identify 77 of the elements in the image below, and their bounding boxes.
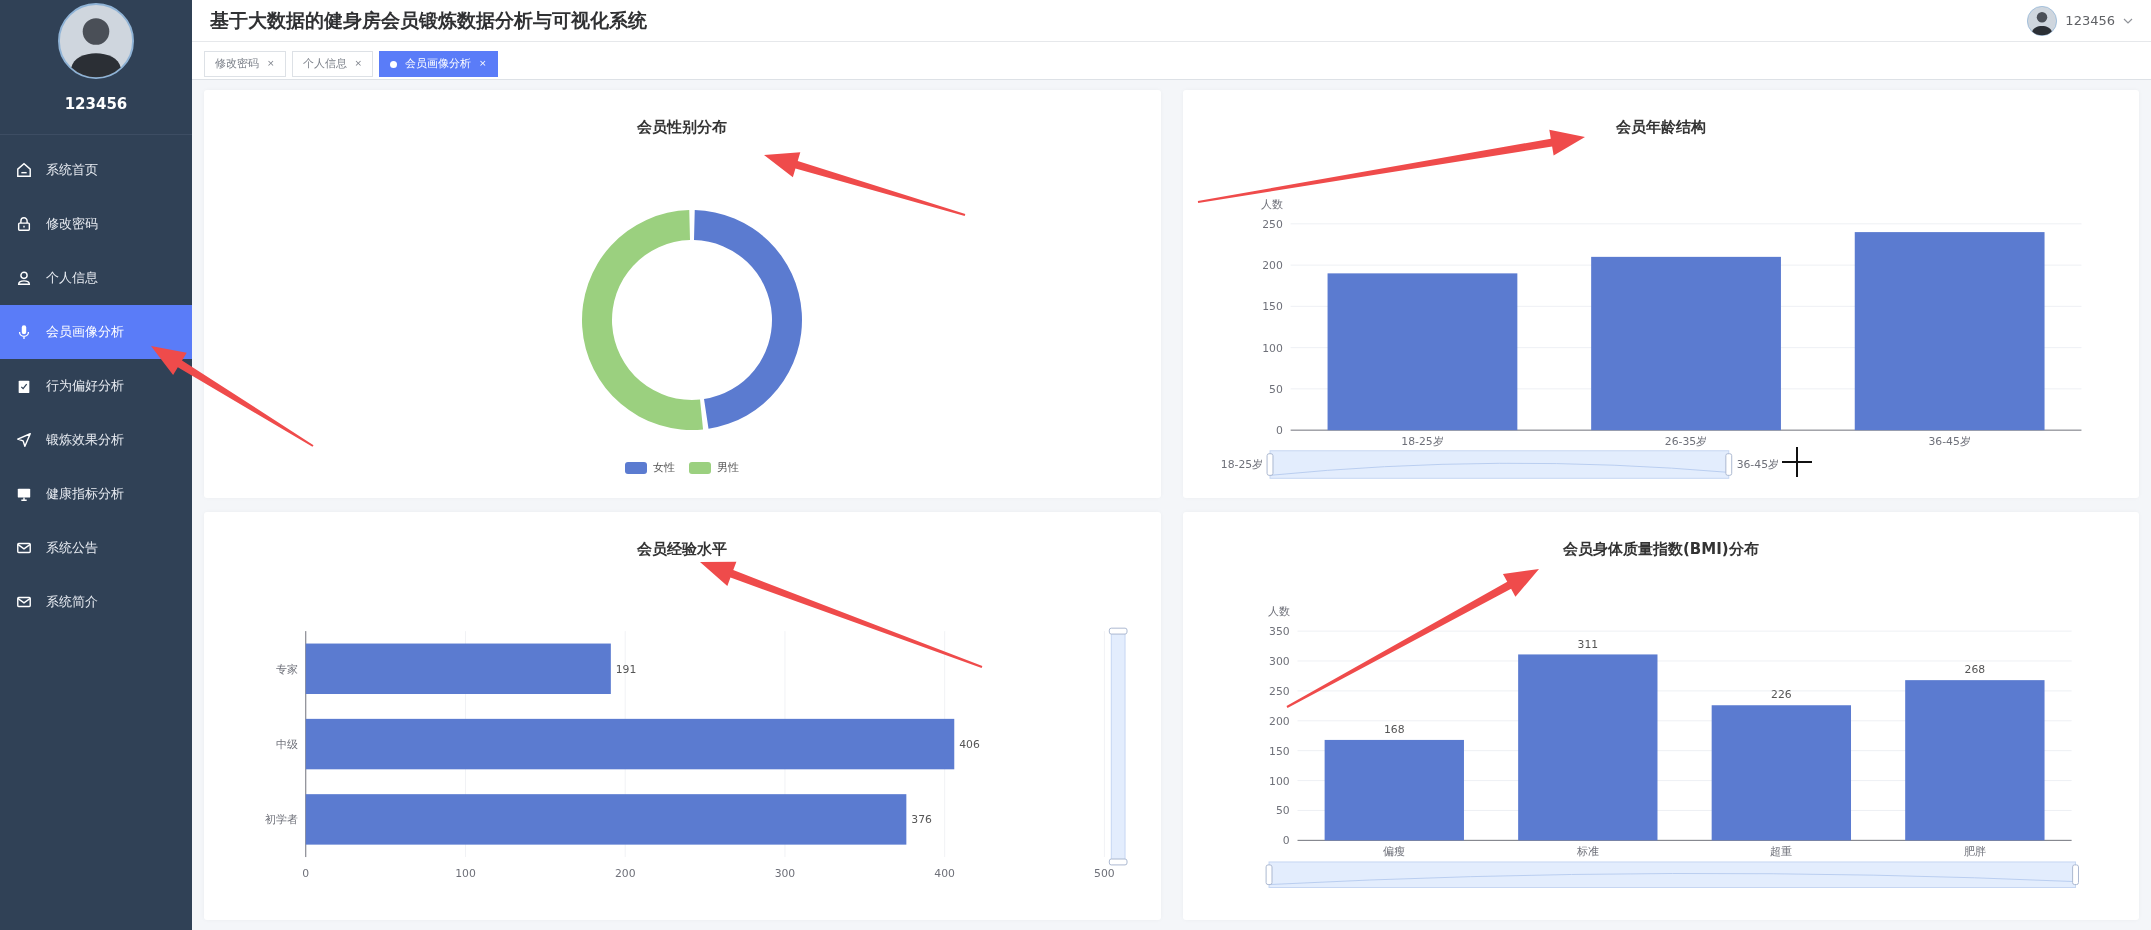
category-label: 初学者 (265, 813, 299, 827)
tick-label: 0 (1275, 424, 1283, 438)
data-label: 268 (1964, 663, 1985, 677)
tick-label: 250 (1268, 684, 1290, 698)
tick-label: 0 (1282, 834, 1290, 848)
zoom-slider[interactable] (1109, 627, 1128, 866)
tick-label: 200 (1261, 259, 1283, 273)
username[interactable]: 123456 (2065, 10, 2115, 31)
category-label: 中级 (276, 738, 299, 751)
tick-label: 150 (1268, 744, 1290, 758)
clipboard-icon (16, 378, 32, 394)
tab[interactable]: 会员画像分析 × (379, 51, 498, 77)
category-label: 18-25岁 (1401, 434, 1444, 448)
microphone-icon (16, 324, 32, 340)
data-label: 226 (1770, 688, 1792, 702)
app-title: 基于大数据的健身房会员锻炼数据分析与可视化系统 (210, 8, 647, 34)
chart-title: 会员性别分布 (637, 117, 728, 138)
send-icon (16, 432, 32, 448)
sidebar-item[interactable]: 系统首页 (0, 143, 192, 197)
tick-label: 100 (1268, 774, 1290, 788)
sidebar-item[interactable]: 会员画像分析 (0, 305, 192, 359)
tick-label: 100 (455, 866, 477, 880)
mail-icon (16, 594, 32, 610)
data-label: 406 (959, 738, 981, 751)
category-label: 偏瘦 (1383, 845, 1406, 859)
category-label: 肥胖 (1963, 845, 1986, 859)
zoom-range-label: 36-45岁 (1736, 458, 1779, 472)
category-label: 专家 (276, 662, 299, 676)
sidebar-item[interactable]: 系统公告 (0, 521, 192, 575)
tab[interactable]: 个人信息 × (291, 51, 374, 77)
zoom-range-label: 18-25岁 (1220, 458, 1263, 472)
user-icon (16, 270, 32, 286)
tick-label: 100 (1261, 341, 1283, 355)
zoom-slider[interactable] (1265, 861, 2079, 888)
mail-icon (16, 540, 32, 556)
monitor-icon (16, 486, 32, 502)
category-label: 36-45岁 (1928, 434, 1971, 448)
tick-label: 400 (934, 866, 956, 880)
tick-label: 0 (302, 866, 310, 880)
sidebar-item[interactable]: 健康指标分析 (0, 467, 192, 521)
axis-title: 人数 (1267, 605, 1290, 619)
sidebar-item[interactable]: 行为偏好分析 (0, 359, 192, 413)
tick-label: 200 (1268, 714, 1290, 728)
lock-icon (16, 216, 32, 232)
tick-label: 50 (1268, 382, 1283, 396)
sidebar-username: 123456 (64, 94, 128, 115)
data-label: 191 (616, 662, 637, 676)
tick-label: 300 (1268, 654, 1290, 668)
data-label: 311 (1577, 637, 1598, 651)
data-label: 168 (1383, 723, 1405, 737)
legend-label: 女性 (653, 460, 676, 476)
tick-label: 250 (1261, 217, 1283, 231)
sidebar-item[interactable]: 个人信息 (0, 251, 192, 305)
tab[interactable]: 修改密码 × (204, 51, 286, 77)
crosshair-cursor-icon (1781, 446, 1813, 478)
axis-title: 人数 (1260, 198, 1283, 212)
tick-label: 50 (1275, 804, 1290, 818)
caret-icon[interactable] (2123, 17, 2133, 24)
category-label: 标准 (1576, 845, 1599, 859)
sidebar-item[interactable]: 系统简介 (0, 575, 192, 629)
legend-label: 男性 (717, 460, 740, 476)
category-label: 26-35岁 (1664, 434, 1707, 448)
data-label: 376 (911, 813, 933, 827)
chart-title: 会员身体质量指数(BMI)分布 (1562, 539, 1759, 560)
tick-label: 200 (615, 866, 636, 880)
chart-title: 会员经验水平 (637, 539, 728, 560)
sidebar-item[interactable]: 修改密码 (0, 197, 192, 251)
home-icon (16, 162, 32, 178)
tick-label: 350 (1268, 625, 1290, 639)
tick-label: 300 (774, 866, 796, 880)
category-label: 超重 (1770, 845, 1793, 859)
sidebar-item[interactable]: 锻炼效果分析 (0, 413, 192, 467)
zoom-slider[interactable] (1266, 450, 1732, 479)
user-avatar (2027, 5, 2058, 36)
chart-title: 会员年龄结构 (1615, 117, 1706, 138)
tick-label: 150 (1261, 300, 1283, 314)
tick-label: 500 (1094, 866, 1115, 880)
